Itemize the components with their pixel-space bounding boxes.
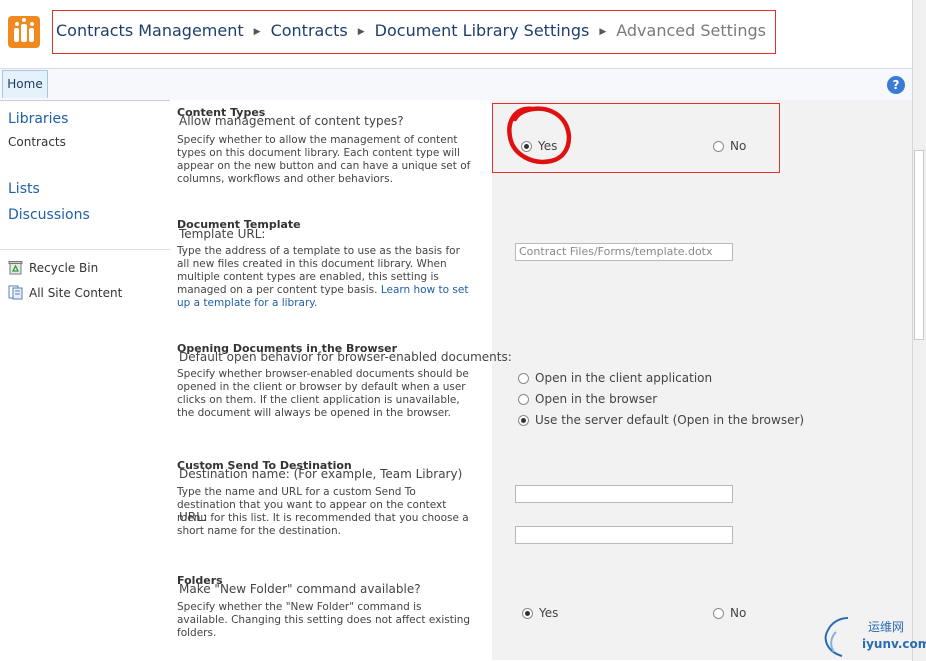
radio-folders-yes[interactable] [522,607,533,619]
settings-form: Content Types Specify whether to allow t… [170,100,912,661]
breadcrumb-separator-icon: ▶ [599,27,607,37]
section-description: Specify whether the "New Folder" command… [177,601,471,639]
scrollbar-thumb[interactable] [914,150,924,340]
nav-discussions[interactable]: Discussions [8,207,90,223]
template-url-label: Template URL: [179,227,266,241]
breadcrumb-separator-icon: ▶ [357,27,365,37]
destination-name-label: Destination name: (For example, Team Lib… [179,467,463,481]
tab-home[interactable]: Home [2,70,48,98]
open-browser-option[interactable]: Open in the browser [518,392,657,406]
site-content-icon [8,285,23,300]
quick-launch: Libraries Contracts Lists Discussions [0,100,171,312]
open-client-option[interactable]: Open in the client application [518,371,712,385]
breadcrumb-item-library-settings[interactable]: Document Library Settings [375,21,590,40]
radio-folders-yes-label: Yes [539,606,559,620]
radio-open-client-label: Open in the client application [535,371,713,385]
server-default-option[interactable]: Use the server default (Open in the brow… [518,413,804,427]
breadcrumb-item-contracts-management[interactable]: Contracts Management [56,21,244,40]
section-description: Specify whether to allow the management … [177,134,471,185]
nav-recycle-bin-label: Recycle Bin [29,260,99,275]
section-opening-documents: Opening Documents in the Browser Specify… [170,338,912,454]
ribbon-bar [0,68,912,101]
destination-name-input[interactable] [515,485,733,503]
destination-url-input[interactable] [515,526,733,544]
nav-all-site-content[interactable]: All Site Content [8,285,122,300]
page-header: Contracts Management ▶ Contracts ▶ Document … [0,0,926,68]
nav-all-site-content-label: All Site Content [29,285,123,300]
section-send-to: Custom Send To Destination Type the name… [170,453,912,569]
section-description: Type the name and URL for a custom Send … [177,486,469,537]
help-icon[interactable]: ? [887,76,905,94]
section-document-template: Document Template Type the address of a … [170,212,912,339]
radio-open-client[interactable] [518,372,529,384]
hand-drawn-circle-annotation [507,106,572,165]
nav-lists[interactable]: Lists [8,181,40,197]
section-description: Type the address of a template to use as… [177,245,471,310]
open-behavior-question: Default open behavior for browser-enable… [179,350,512,364]
watermark-text-cn: 运维网 [868,620,905,634]
nav-libraries[interactable]: Libraries [8,111,68,127]
site-logo-icon[interactable] [8,16,40,48]
destination-url-label: URL: [179,510,207,524]
breadcrumb-separator-icon: ▶ [253,27,261,37]
radio-folders-no[interactable] [713,607,724,619]
breadcrumb: Contracts Management ▶ Contracts ▶ Document … [56,21,766,40]
nav-recycle-bin[interactable]: Recycle Bin [8,260,98,275]
template-url-input[interactable]: Contract Files/Forms/template.dotx [515,243,733,261]
section-description: Specify whether browser-enabled document… [177,368,469,419]
nav-item-contracts[interactable]: Contracts [8,135,66,149]
section-folders: Folders Specify whether the "New Folder"… [170,568,912,660]
radio-folders-no-label: No [730,606,747,620]
breadcrumb-item-contracts[interactable]: Contracts [271,21,348,40]
nav-divider [0,249,170,250]
recycle-bin-icon [8,261,23,275]
section-control-column [492,212,912,338]
radio-open-browser-label: Open in the browser [535,392,658,406]
folders-yes-option[interactable]: Yes [522,606,558,620]
breadcrumb-item-advanced-settings: Advanced Settings [616,21,766,40]
content-types-question: Allow management of content types? [179,114,404,128]
folders-no-option[interactable]: No [713,606,746,620]
radio-server-default[interactable] [518,414,529,426]
watermark-text-en: iyunv.com [862,637,926,651]
radio-server-default-label: Use the server default (Open in the brow… [535,413,805,427]
new-folder-question: Make "New Folder" command available? [179,582,421,596]
section-control-column [492,453,912,568]
radio-open-browser[interactable] [518,393,529,405]
